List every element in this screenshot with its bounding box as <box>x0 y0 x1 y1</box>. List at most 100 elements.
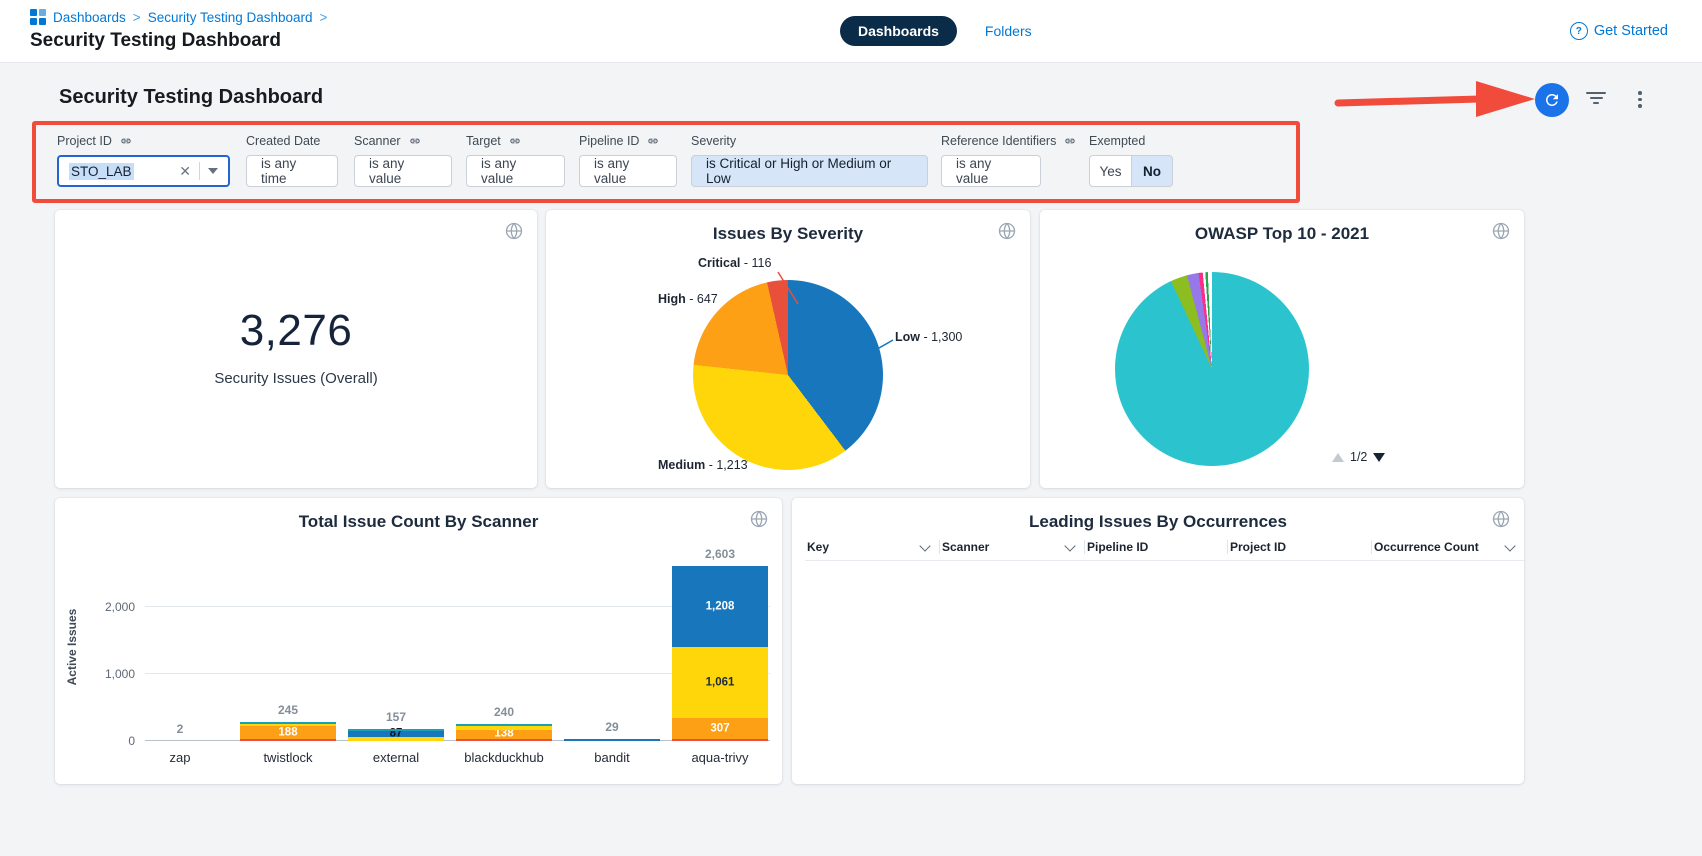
breadcrumb: Dashboards > Security Testing Dashboard … <box>30 9 327 25</box>
bar-segment <box>240 722 336 724</box>
pie-label-high: High - 647 <box>658 292 718 306</box>
page-up-icon[interactable] <box>1332 453 1344 462</box>
column-header-pipeline-id: Pipeline ID <box>1085 540 1228 554</box>
page-indicator: 1/2 <box>1350 450 1367 464</box>
refresh-button[interactable] <box>1535 83 1569 117</box>
clear-icon[interactable]: ✕ <box>179 163 191 180</box>
bar-segment <box>672 739 768 741</box>
bar-total-label: 2,603 <box>672 547 768 561</box>
globe-icon[interactable] <box>504 221 524 246</box>
globe-icon[interactable] <box>1491 509 1511 534</box>
breadcrumb-separator: > <box>133 10 141 25</box>
issue-count-by-scanner-tile: Total Issue Count By Scanner Active Issu… <box>55 498 782 784</box>
bar-aqua-trivy[interactable]: 3071,0611,2082,603aqua-trivy <box>672 550 768 741</box>
nav-tabs: Dashboards Folders <box>840 16 1032 46</box>
bar-segment <box>348 729 444 731</box>
bar-segment: 138 <box>456 730 552 739</box>
page-title: Security Testing Dashboard <box>30 30 281 52</box>
exempted-yes-button[interactable]: Yes <box>1089 155 1131 187</box>
bar-segment-label: 188 <box>240 727 336 738</box>
bar-segment: 1,208 <box>672 566 768 647</box>
bar-total-label: 245 <box>240 703 336 717</box>
bar-bandit[interactable]: 29bandit <box>564 550 660 741</box>
get-started-link[interactable]: ? Get Started <box>1570 22 1668 40</box>
kpi-caption: Security Issues (Overall) <box>55 370 537 387</box>
scanner-filter-button[interactable]: is any value <box>354 155 452 187</box>
bar-segment: 188 <box>240 726 336 739</box>
bar-segment <box>564 739 660 741</box>
created-date-filter-button[interactable]: is any time <box>246 155 338 187</box>
bar-segment-label: 307 <box>672 723 768 734</box>
bar-segment: 1,061 <box>672 647 768 718</box>
column-header-occurrence-count[interactable]: Occurrence Count <box>1372 540 1524 554</box>
chart-title: Leading Issues By Occurrences <box>792 512 1524 532</box>
refresh-icon <box>1543 91 1561 109</box>
globe-icon[interactable] <box>997 221 1017 246</box>
sort-chevron-icon[interactable] <box>919 540 930 551</box>
globe-icon[interactable] <box>749 509 769 534</box>
page-down-icon[interactable] <box>1373 453 1385 462</box>
breadcrumb-dashboards[interactable]: Dashboards <box>53 10 126 25</box>
app-window: Dashboards > Security Testing Dashboard … <box>0 0 1702 856</box>
pipeline-id-filter-button[interactable]: is any value <box>579 155 677 187</box>
globe-icon[interactable] <box>1491 221 1511 246</box>
chevron-down-icon[interactable] <box>208 168 218 174</box>
link-icon <box>1063 134 1077 148</box>
y-tick-1000: 1,000 <box>83 667 135 681</box>
link-icon <box>508 134 522 148</box>
filter-severity: Severity is Critical or High or Medium o… <box>691 133 928 187</box>
filter-label: Project ID <box>57 134 112 148</box>
link-icon <box>408 134 422 148</box>
sort-chevron-icon[interactable] <box>1504 540 1515 551</box>
pie-label-critical: Critical - 116 <box>698 256 771 270</box>
bar-category-label: blackduckhub <box>446 750 562 765</box>
filter-exempted: Exempted Yes No <box>1089 133 1173 187</box>
exempted-no-button[interactable]: No <box>1131 155 1173 187</box>
bar-category-label: external <box>338 750 454 765</box>
kpi-value: 3,276 <box>55 306 537 356</box>
target-filter-button[interactable]: is any value <box>466 155 565 187</box>
sort-chevron-icon[interactable] <box>1064 540 1075 551</box>
owasp-top10-tile: OWASP Top 10 - 2021 1/2 <box>1040 210 1524 488</box>
column-label: Key <box>807 540 829 554</box>
bar-category-label: twistlock <box>230 750 346 765</box>
bar-segment-label: 1,061 <box>672 677 768 688</box>
project-id-combobox[interactable]: STO_LAB ✕ <box>57 155 230 187</box>
bar-segment <box>240 739 336 741</box>
more-menu-button[interactable] <box>1634 91 1646 109</box>
scanner-bar-plot[interactable]: Active Issues 2,000 1,000 0 2zap188245tw… <box>145 550 770 741</box>
bar-total-label: 2 <box>132 722 228 736</box>
pie-label-low: Low - 1,300 <box>895 330 962 344</box>
dashboard-filter-toggle[interactable] <box>1586 92 1606 108</box>
filter-created-date: Created Date is any time <box>246 133 338 187</box>
dashboards-grid-icon <box>30 9 46 25</box>
exempted-segmented-control: Yes No <box>1089 155 1173 187</box>
owasp-pie[interactable] <box>1115 272 1309 466</box>
filter-label: Scanner <box>354 134 401 148</box>
bar-segment: 87 <box>348 731 444 737</box>
reference-identifiers-filter-button[interactable]: is any value <box>941 155 1041 187</box>
column-label: Occurrence Count <box>1374 540 1479 554</box>
tab-folders[interactable]: Folders <box>985 23 1032 39</box>
bar-segment: 307 <box>672 718 768 739</box>
column-header-key[interactable]: Key <box>805 540 940 554</box>
bar-zap[interactable]: 2zap <box>132 550 228 741</box>
tab-dashboards[interactable]: Dashboards <box>840 16 957 46</box>
chart-title: OWASP Top 10 - 2021 <box>1040 224 1524 244</box>
filter-label: Created Date <box>246 134 320 148</box>
bar-category-label: zap <box>122 750 238 765</box>
bar-external[interactable]: 87157external <box>348 550 444 741</box>
annotation-arrow <box>1330 77 1542 123</box>
breadcrumb-current[interactable]: Security Testing Dashboard <box>148 10 313 25</box>
filter-label: Exempted <box>1089 134 1145 148</box>
bar-segment-label: 138 <box>456 729 552 740</box>
filter-label: Severity <box>691 134 736 148</box>
dashboard-heading: Security Testing Dashboard <box>59 86 323 109</box>
severity-filter-button[interactable]: is Critical or High or Medium or Low <box>691 155 928 187</box>
bar-twistlock[interactable]: 188245twistlock <box>240 550 336 741</box>
leading-issues-tile: Leading Issues By Occurrences Key Scanner… <box>792 498 1524 784</box>
severity-pie[interactable] <box>693 280 883 470</box>
column-header-scanner[interactable]: Scanner <box>940 540 1085 554</box>
filter-label: Pipeline ID <box>579 134 639 148</box>
bar-blackduckhub[interactable]: 138240blackduckhub <box>456 550 552 741</box>
